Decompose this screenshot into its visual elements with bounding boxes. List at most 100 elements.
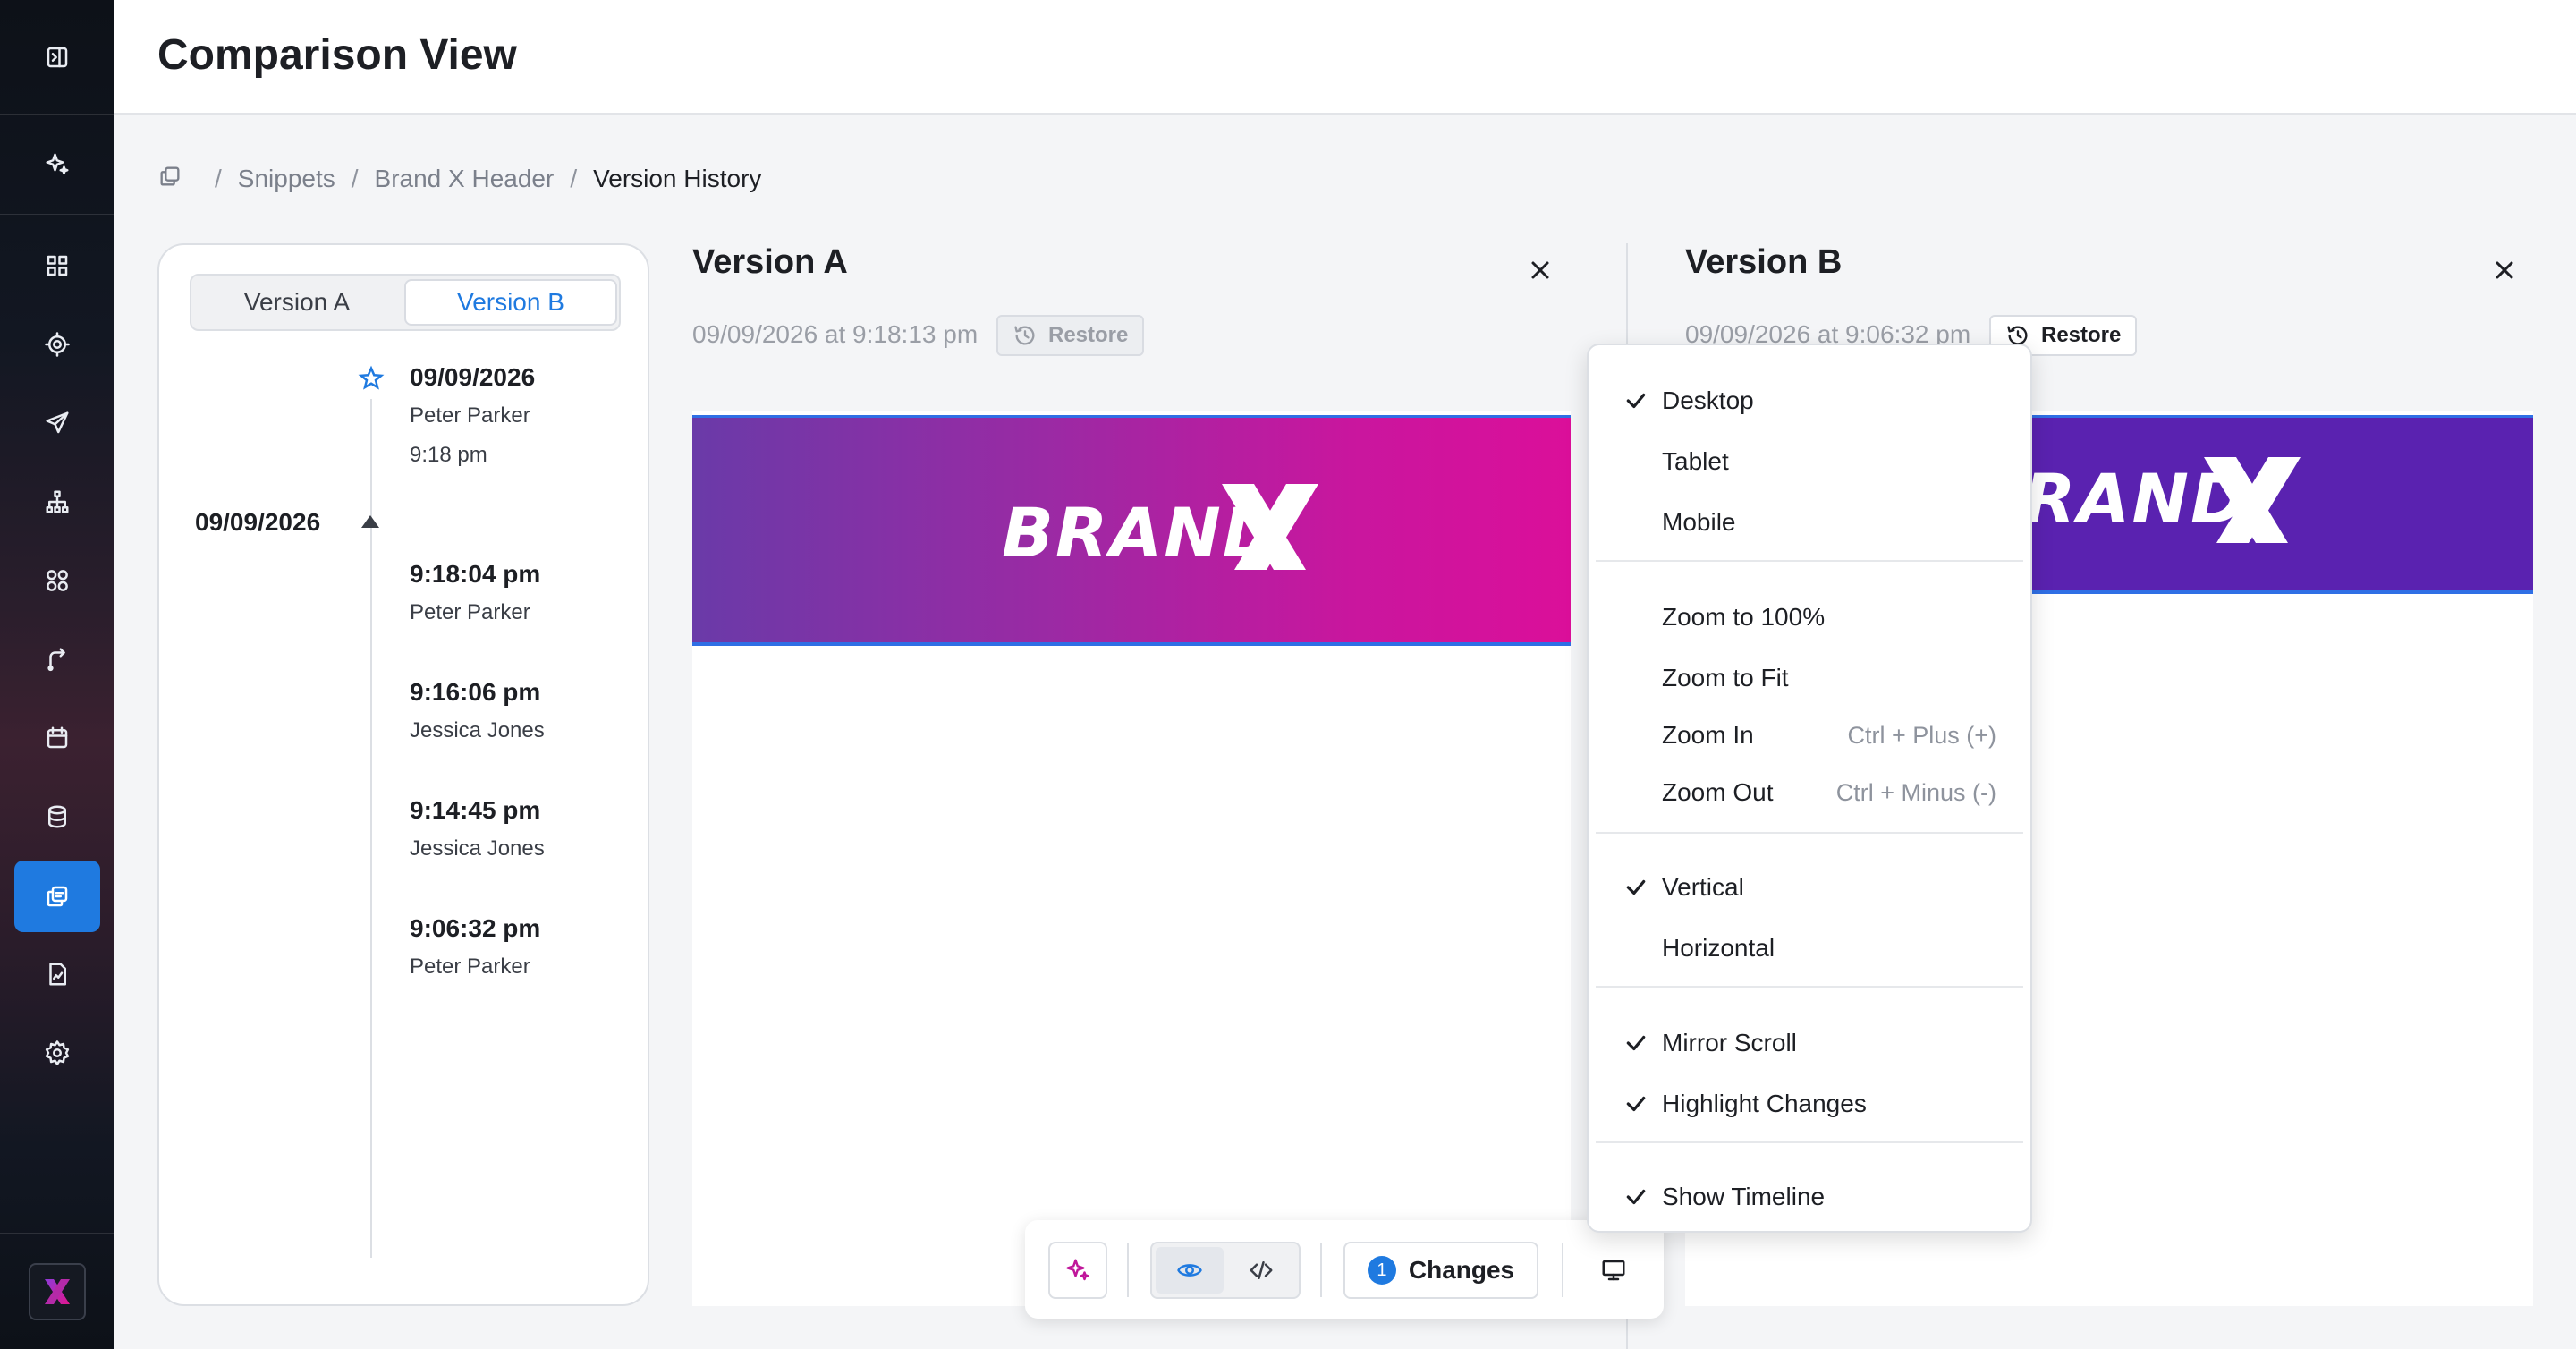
menu-item-zoom-out[interactable]: Zoom Out Ctrl + Minus (-): [1589, 766, 2030, 819]
menu-item-label: Show Timeline: [1662, 1183, 1826, 1210]
changes-button[interactable]: 1 Changes: [1343, 1242, 1538, 1299]
menu-item-label: Highlight Changes: [1662, 1090, 1867, 1117]
restore-button-a[interactable]: Restore: [996, 315, 1145, 356]
star-icon: [358, 365, 385, 392]
preview-mode-button[interactable]: [1156, 1247, 1224, 1294]
timeline-top-entry[interactable]: 09/09/2026 Peter Parker 9:18 pm: [410, 361, 535, 471]
database-icon[interactable]: [14, 781, 100, 853]
version-segmented-control: Version A Version B: [190, 274, 621, 331]
menu-item-zoom-fit[interactable]: Zoom to Fit: [1589, 651, 2030, 705]
code-mode-button[interactable]: [1227, 1247, 1295, 1294]
panel-toggle-icon[interactable]: [14, 21, 100, 93]
entry-user: Peter Parker: [410, 600, 530, 624]
check-icon: [1624, 389, 1648, 412]
menu-item-horizontal[interactable]: Horizontal: [1589, 921, 2030, 975]
flow-icon[interactable]: [14, 624, 100, 695]
breadcrumb-separator: /: [351, 165, 359, 192]
breadcrumb-snippets[interactable]: Snippets: [238, 165, 335, 193]
send-icon[interactable]: [14, 387, 100, 459]
close-icon[interactable]: [1524, 254, 1556, 286]
menu-item-label: Tablet: [1662, 447, 1729, 475]
target-icon[interactable]: [14, 309, 100, 380]
snippets-icon[interactable]: [14, 861, 100, 932]
sidebar-ai: [0, 115, 114, 215]
version-a-timestamp: 09/09/2026 at 9:18:13 pm: [692, 320, 979, 348]
components-icon[interactable]: [14, 545, 100, 616]
brand-logo[interactable]: [29, 1263, 86, 1320]
timeline-entry[interactable]: 9:06:32 pm Peter Parker: [410, 912, 540, 982]
entry-date: 09/09/2026: [410, 363, 536, 391]
close-icon[interactable]: [2488, 254, 2521, 286]
breadcrumb-separator: /: [215, 165, 222, 192]
entry-time: 9:18 pm: [410, 443, 487, 467]
timeline-entry[interactable]: 9:16:06 pm Jessica Jones: [410, 676, 545, 746]
menu-item-highlight-changes[interactable]: Highlight Changes: [1589, 1077, 2030, 1131]
entry-time: 9:16:06 pm: [410, 678, 541, 706]
view-mode-toggle: [1150, 1242, 1301, 1299]
menu-item-mirror-scroll[interactable]: Mirror Scroll: [1589, 1016, 2030, 1070]
code-icon: [1250, 1261, 1273, 1279]
page-title: Comparison View: [157, 31, 517, 79]
menu-item-label: Zoom Out: [1662, 778, 1774, 806]
tab-version-b[interactable]: Version B: [404, 279, 617, 326]
grid-icon[interactable]: [14, 230, 100, 301]
check-icon: [1624, 876, 1648, 899]
menu-item-zoom-in[interactable]: Zoom In Ctrl + Plus (+): [1589, 708, 2030, 762]
breadcrumb-brand-x-header[interactable]: Brand X Header: [375, 165, 555, 193]
toolbar-separator: [1320, 1243, 1322, 1297]
menu-item-tablet[interactable]: Tablet: [1589, 435, 2030, 488]
report-icon[interactable]: [14, 938, 100, 1010]
breadcrumb-separator: /: [570, 165, 578, 192]
entry-user: Jessica Jones: [410, 718, 545, 742]
settings-icon[interactable]: [14, 1017, 100, 1089]
menu-item-label: Horizontal: [1662, 934, 1775, 962]
sparkle-icon[interactable]: [14, 129, 100, 200]
changes-count-badge: 1: [1367, 1256, 1396, 1285]
view-options-menu: Desktop Tablet Mobile Zoom to 100% Zoom …: [1587, 344, 2032, 1233]
timeline-line: [370, 399, 372, 1258]
calendar-icon[interactable]: [14, 702, 100, 774]
menu-item-label: Mobile: [1662, 508, 1736, 536]
timeline-entry[interactable]: 9:18:04 pm Peter Parker: [410, 558, 540, 628]
menu-item-mobile[interactable]: Mobile: [1589, 496, 2030, 549]
monitor-icon: [1602, 1260, 1625, 1281]
entry-time: 9:14:45 pm: [410, 796, 541, 824]
version-a-title: Version A: [692, 243, 848, 281]
ai-assist-button[interactable]: [1048, 1242, 1107, 1299]
sidebar-top: [0, 0, 114, 115]
entry-user: Peter Parker: [410, 403, 530, 428]
entry-time: 9:18:04 pm: [410, 560, 541, 588]
brand-banner-a: BRAND: [692, 415, 1571, 646]
toolbar-separator: [1127, 1243, 1129, 1297]
brand-x-logo: [1222, 484, 1318, 570]
menu-item-zoom-100[interactable]: Zoom to 100%: [1589, 590, 2030, 644]
timeline-entry[interactable]: 9:14:45 pm Jessica Jones: [410, 794, 545, 864]
sitemap-icon[interactable]: [14, 466, 100, 538]
menu-item-label: Desktop: [1662, 386, 1754, 414]
comparison-toolbar: 1 Changes: [1025, 1220, 1664, 1319]
menu-item-vertical[interactable]: Vertical: [1589, 861, 2030, 914]
timeline-panel: Version A Version B 09/09/2026 Peter Par…: [157, 243, 649, 1306]
menu-item-shortcut: Ctrl + Minus (-): [1835, 778, 1996, 806]
menu-item-show-timeline[interactable]: Show Timeline: [1589, 1170, 2030, 1224]
menu-item-desktop[interactable]: Desktop: [1589, 374, 2030, 428]
entry-time: 9:06:32 pm: [410, 914, 541, 942]
version-b-title: Version B: [1685, 243, 1843, 281]
sidebar: [0, 0, 114, 1349]
breadcrumb-current: Version History: [593, 165, 762, 192]
snippets-breadcrumb-icon[interactable]: [157, 164, 199, 195]
collapse-caret-icon[interactable]: [361, 515, 379, 528]
restore-label: Restore: [1048, 323, 1129, 347]
menu-item-shortcut: Ctrl + Plus (+): [1847, 721, 1996, 749]
device-menu-button[interactable]: [1585, 1242, 1642, 1299]
check-icon: [1624, 1031, 1648, 1055]
entry-user: Jessica Jones: [410, 836, 545, 861]
menu-item-label: Zoom to 100%: [1662, 603, 1826, 631]
menu-item-label: Zoom In: [1662, 721, 1754, 749]
check-icon: [1624, 1185, 1648, 1209]
toolbar-separator: [1562, 1243, 1563, 1297]
menu-separator: [1596, 1141, 2023, 1143]
breadcrumb: / Snippets / Brand X Header / Version Hi…: [157, 161, 761, 197]
timeline-group-date: 09/09/2026: [195, 508, 321, 536]
tab-version-a[interactable]: Version A: [191, 276, 402, 329]
